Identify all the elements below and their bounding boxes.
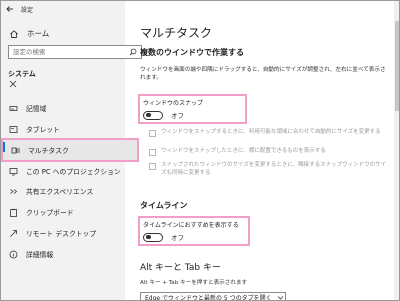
title-bar: 設定 [1, 1, 125, 17]
check-label: ウィンドウをスナップしたときに、横に配置できるものを表示する [161, 148, 326, 154]
main-content: マルチタスク 複数のウインドウで作業する ウィンドウを画面の端や四隅にドラッグす… [129, 1, 399, 301]
clipboard-icon [9, 208, 18, 217]
sidebar-item-remote-desktop[interactable]: リモート デスクトップ [1, 225, 139, 241]
snap-option-resize-adjacent[interactable]: スナップされたウィンドウのサイズを変更するときに、隣接するスナップウィンドウのサ… [149, 162, 389, 177]
home-icon [9, 29, 19, 39]
sidebar-item-clipboard[interactable]: クリップボード [1, 204, 139, 220]
timeline-toggle-label: タイムラインにおすすめを表示する [143, 222, 239, 229]
checkbox[interactable] [149, 163, 156, 170]
timeline-toggle-block: タイムラインにおすすめを表示する オフ [138, 216, 250, 246]
checkbox[interactable] [149, 130, 156, 137]
sidebar-item-label: タブレット [26, 126, 60, 134]
snap-toggle-switch[interactable] [143, 110, 163, 120]
timeline-heading: タイムライン [140, 201, 188, 210]
back-arrow-icon[interactable] [5, 4, 15, 14]
toggle-knob [146, 112, 151, 118]
snap-toggle-block: ウィンドウのスナップ オフ [138, 94, 247, 124]
sidebar-item-about[interactable]: 詳細情報 [1, 246, 139, 262]
page-title: マルチタスク [140, 26, 213, 40]
snap-toggle-label: ウィンドウのスナップ [143, 100, 204, 107]
sidebar: 設定 ホーム システム 記憶域 [1, 1, 142, 300]
home-label: ホーム [27, 29, 50, 38]
chevron-down-icon [277, 294, 284, 301]
check-label: ウィンドウをスナップするときに、利用可能な領域に合わせて自動的にサイズを変更する [161, 129, 381, 135]
toggle-knob [146, 234, 151, 240]
alttab-heading: Alt キーと Tab キー [140, 263, 222, 273]
snap-toggle-state: オフ [171, 112, 184, 120]
sidebar-item-label: リモート デスクトップ [26, 230, 97, 238]
sidebar-item-projection[interactable]: この PC へのプロジェクション [1, 163, 139, 179]
window-title: 設定 [21, 6, 34, 14]
multitask-icon [11, 146, 20, 155]
share-icon [9, 187, 18, 196]
settings-window: 設定 ホーム システム 記憶域 [0, 0, 400, 301]
sidebar-item-partial[interactable] [1, 81, 139, 91]
info-icon [9, 250, 18, 259]
timeline-toggle-switch[interactable] [143, 232, 163, 242]
sidebar-item-label: クリップボード [26, 209, 74, 217]
sidebar-item-label: 共有エクスペリエンス [26, 188, 94, 196]
alttab-dropdown-value: Edge でウィンドウと最新の 5 つのタブを開く [145, 294, 272, 301]
sidebar-item-multitasking[interactable]: マルチタスク [1, 138, 139, 162]
scrollbar[interactable] [394, 1, 399, 300]
cut-icon [9, 81, 18, 89]
alttab-dropdown[interactable]: Edge でウィンドウと最新の 5 つのタブを開く [140, 292, 286, 301]
timeline-toggle-state: オフ [171, 234, 184, 242]
section-label-system: システム [8, 70, 36, 78]
storage-icon [9, 104, 18, 113]
snap-option-resize[interactable]: ウィンドウをスナップするときに、利用可能な領域に合わせて自動的にサイズを変更する [149, 129, 389, 137]
sidebar-item-storage[interactable]: 記憶域 [1, 100, 139, 116]
sidebar-item-label: この PC へのプロジェクション [26, 168, 121, 176]
remote-icon [9, 229, 18, 238]
checkbox[interactable] [149, 149, 156, 156]
tablet-icon [9, 125, 18, 134]
snap-option-show-next[interactable]: ウィンドウをスナップしたときに、横に配置できるものを表示する [149, 148, 389, 156]
snap-toggle-row: オフ [143, 110, 242, 120]
sidebar-item-shared-experiences[interactable]: 共有エクスペリエンス [1, 183, 139, 199]
alttab-description: Alt キー + Tab キーを押すと表示されます [140, 280, 248, 286]
projection-icon [9, 167, 18, 176]
sidebar-item-label: 詳細情報 [26, 251, 54, 259]
snap-description: ウィンドウを画面の端や四隅にドラッグすると、自動的にサイズが調整され、左右に並べ… [140, 67, 386, 81]
search-input[interactable] [13, 48, 123, 56]
sidebar-item-tablet[interactable]: タブレット [1, 121, 139, 137]
search-box[interactable] [8, 45, 142, 59]
check-label: スナップされたウィンドウのサイズを変更するときに、隣接するスナップウィンドウのサ… [161, 162, 387, 176]
snap-heading: 複数のウインドウで作業する [140, 48, 244, 57]
sidebar-item-label: マルチタスク [28, 147, 69, 155]
sidebar-item-label: 記憶域 [26, 105, 47, 113]
scroll-thumb[interactable] [395, 21, 399, 111]
timeline-toggle-row: オフ [143, 232, 245, 242]
home-link[interactable]: ホーム [9, 28, 49, 39]
